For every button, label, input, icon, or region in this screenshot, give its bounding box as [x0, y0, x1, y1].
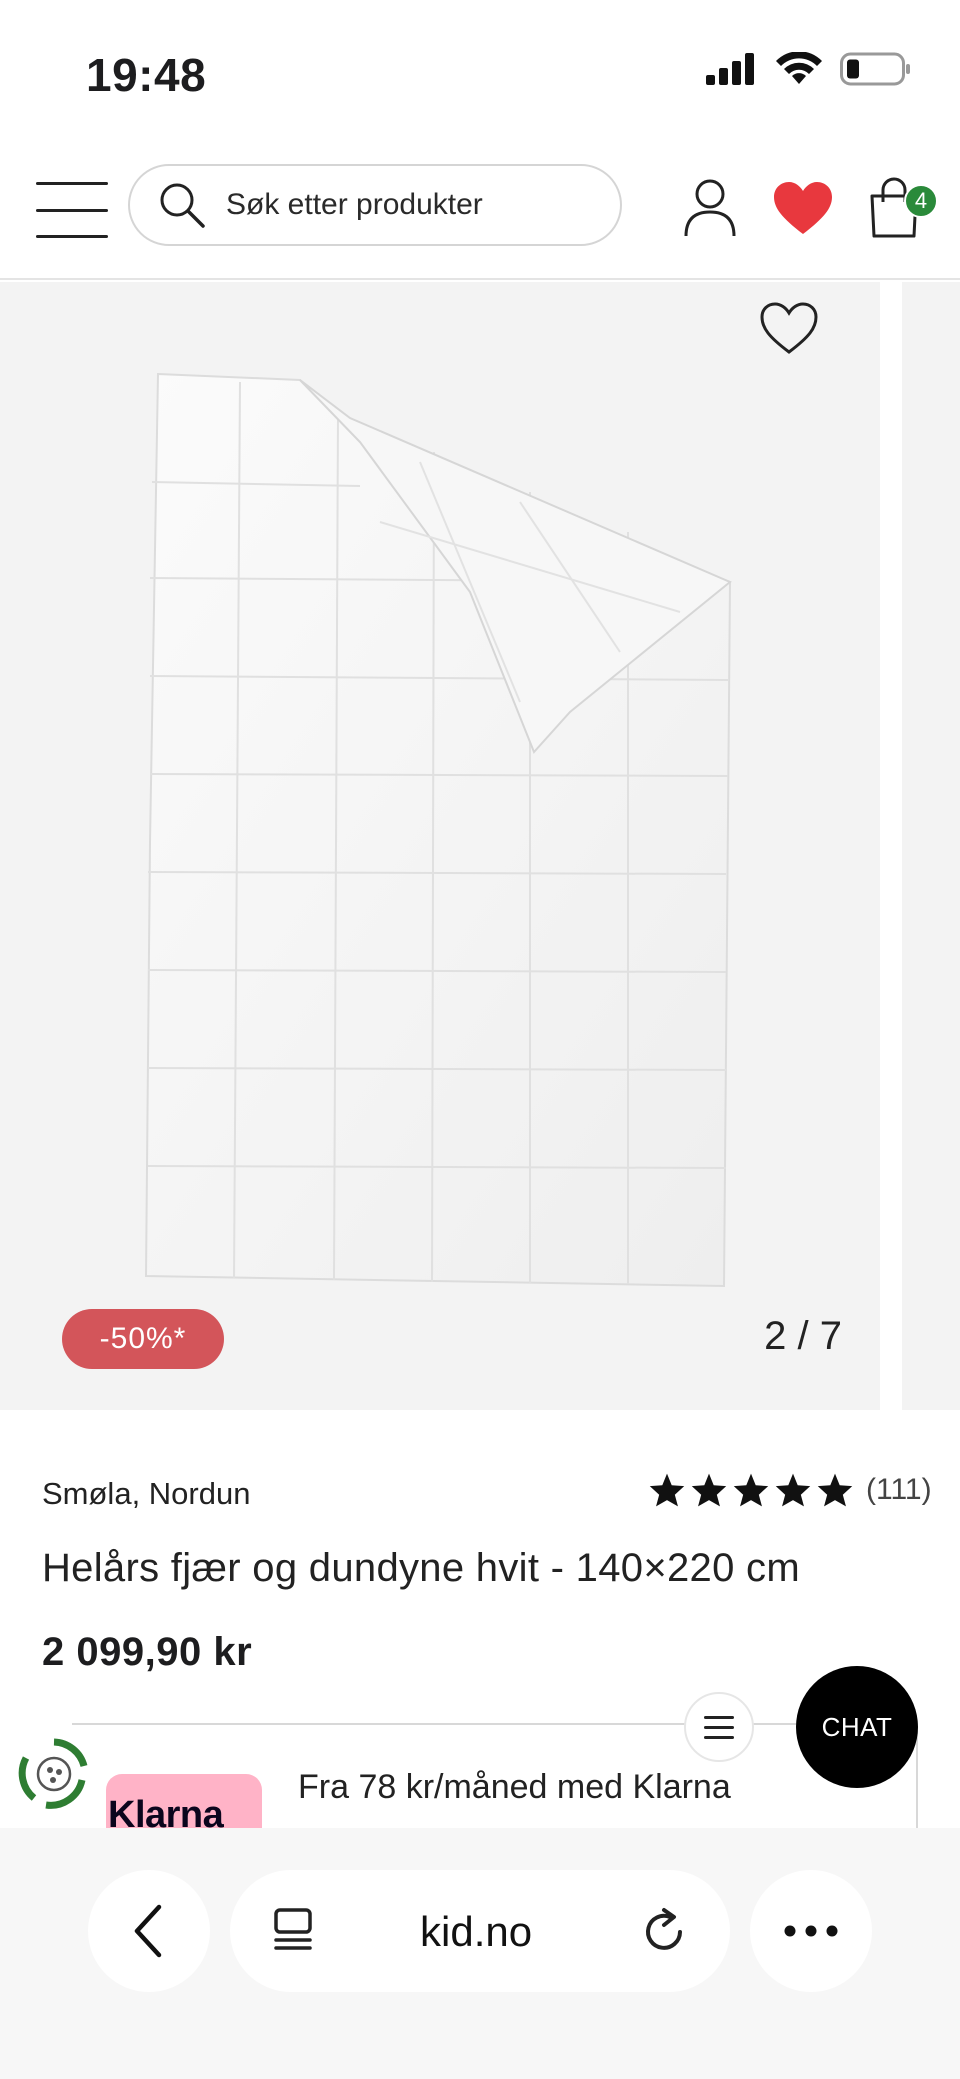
rating-count: (111)	[866, 1473, 932, 1506]
search-placeholder: Søk etter produkter	[226, 188, 483, 221]
add-to-favorites-button[interactable]	[758, 300, 820, 356]
cart-button[interactable]: 4	[864, 174, 938, 240]
user-icon	[684, 179, 736, 237]
star-icon	[691, 1473, 727, 1507]
product-image-duvet	[144, 372, 732, 1288]
klarna-offer-text[interactable]: Fra 78 kr/måned med Klarna	[298, 1768, 731, 1807]
star-icon	[775, 1473, 811, 1507]
browser-address-bar[interactable]: kid.no	[230, 1870, 730, 1992]
menu-line	[36, 182, 108, 185]
browser-back-button[interactable]	[88, 1870, 210, 1992]
list-line	[704, 1735, 734, 1739]
cellular-signal-icon	[706, 53, 754, 85]
chevron-left-icon	[134, 1904, 162, 1958]
status-icons	[706, 52, 912, 86]
search-input[interactable]: Søk etter produkter	[128, 164, 622, 246]
payment-box-border	[72, 1723, 918, 1725]
klarna-logo-text: Klarna	[108, 1794, 224, 1830]
more-dots-icon	[784, 1925, 838, 1937]
product-title: Helårs fjær og dundyne hvit - 140×220 cm	[42, 1546, 800, 1590]
star-icon	[817, 1473, 853, 1507]
browser-url: kid.no	[420, 1908, 533, 1955]
product-image-gallery[interactable]	[0, 282, 880, 1410]
status-bar: 19:48	[0, 0, 960, 140]
account-button[interactable]	[680, 176, 740, 240]
product-brand[interactable]: Smøla, Nordun	[42, 1476, 250, 1512]
menu-line	[36, 208, 108, 212]
search-icon	[160, 183, 205, 228]
recycle-icon	[18, 1738, 88, 1809]
next-image-peek[interactable]	[902, 282, 960, 1410]
battery-icon	[840, 52, 910, 86]
reader-mode-icon[interactable]	[270, 1906, 318, 1956]
discount-badge: -50%*	[62, 1309, 224, 1369]
klarna-logo: Klarna	[106, 1774, 262, 1830]
recycle-eco-icon[interactable]	[16, 1736, 92, 1812]
menu-list-button[interactable]	[684, 1692, 754, 1762]
list-line	[704, 1715, 734, 1719]
star-icon	[649, 1473, 685, 1507]
browser-more-button[interactable]	[750, 1870, 872, 1992]
status-time: 19:48	[86, 49, 207, 101]
star-icon	[733, 1473, 769, 1507]
reload-icon[interactable]	[642, 1906, 690, 1956]
chat-button[interactable]: CHAT	[796, 1666, 918, 1788]
heart-filled-icon	[774, 182, 832, 234]
favorites-button[interactable]	[772, 180, 834, 238]
image-counter: 2 / 7	[764, 1314, 842, 1358]
heart-outline-icon	[760, 302, 818, 354]
cart-count-badge: 4	[904, 184, 938, 218]
product-price: 2 099,90 kr	[42, 1630, 253, 1674]
menu-line	[36, 235, 108, 238]
menu-button[interactable]	[36, 182, 108, 238]
wifi-icon	[776, 52, 822, 84]
product-rating[interactable]: (111)	[648, 1472, 932, 1508]
list-line	[704, 1725, 734, 1729]
site-header: Søk etter produkter 4	[0, 140, 960, 280]
